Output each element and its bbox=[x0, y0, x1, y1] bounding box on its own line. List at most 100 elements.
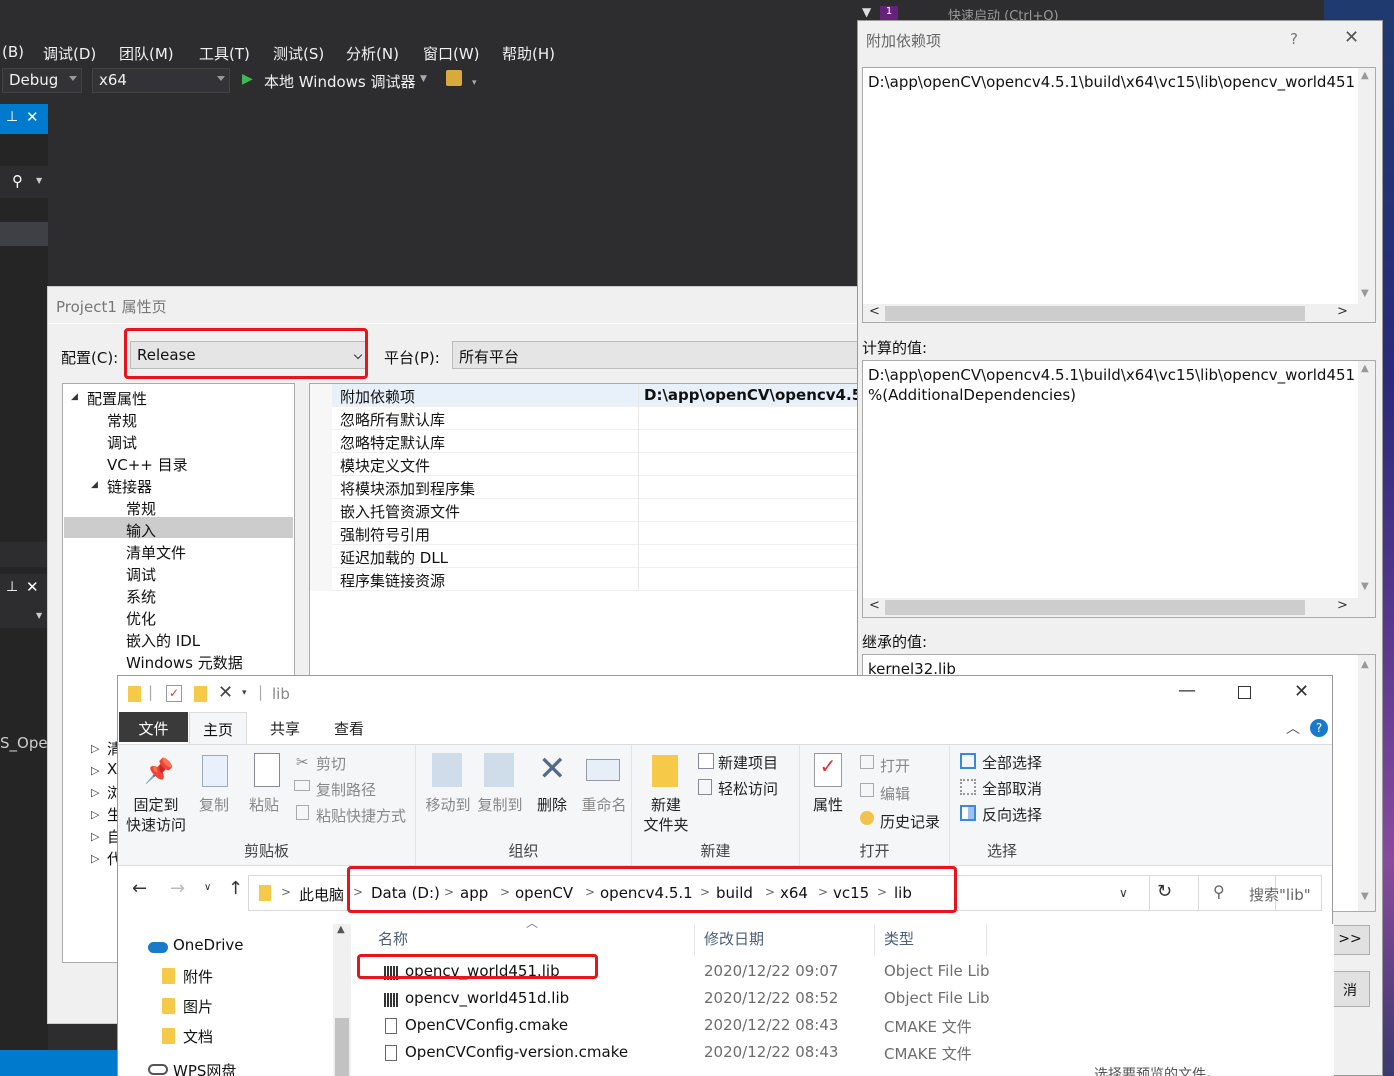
run-dropdown-icon[interactable]: ▼ bbox=[420, 74, 427, 84]
history-button[interactable]: 历史记录 bbox=[880, 811, 940, 832]
edit-button[interactable]: 编辑 bbox=[880, 783, 910, 804]
expanded-icon[interactable]: ◢ bbox=[71, 392, 78, 402]
tree-collapsed-item[interactable]: X bbox=[107, 760, 117, 778]
delete-button[interactable]: 删除 bbox=[532, 795, 572, 815]
minimize-button[interactable]: — bbox=[1178, 680, 1196, 701]
horizontal-scrollbar[interactable]: < > bbox=[863, 304, 1375, 322]
scroll-up-icon[interactable]: ▲ bbox=[1361, 70, 1369, 81]
move-to-button[interactable]: 移动到 bbox=[420, 795, 476, 815]
macros-button[interactable]: >> bbox=[1330, 925, 1370, 955]
grid-row[interactable]: 延迟加载的 DLL bbox=[310, 545, 878, 568]
properties-quick-icon[interactable]: ✓ bbox=[166, 685, 182, 702]
nav-attachments[interactable]: 附件 bbox=[183, 966, 213, 987]
dependencies-edit-box[interactable]: D:\app\openCV\opencv4.5.1\build\x64\vc15… bbox=[862, 67, 1376, 323]
crumb-this-pc[interactable]: 此电脑 bbox=[299, 884, 344, 905]
tree-linker-manifest[interactable]: 清单文件 bbox=[126, 542, 186, 563]
menu-analyze[interactable]: 分析(N) bbox=[346, 43, 399, 64]
scroll-down-icon[interactable]: ▼ bbox=[1361, 288, 1369, 299]
start-debug-label[interactable]: 本地 Windows 调试器 bbox=[264, 71, 416, 92]
scroll-up-icon[interactable]: ▲ bbox=[337, 924, 345, 935]
scroll-up-icon[interactable]: ▲ bbox=[1361, 363, 1369, 374]
menu-help[interactable]: 帮助(H) bbox=[502, 43, 555, 64]
tree-config-properties[interactable]: 配置属性 bbox=[87, 388, 147, 409]
close-icon[interactable]: ✕ bbox=[26, 578, 39, 596]
config-select[interactable]: Release bbox=[130, 341, 368, 369]
rename-button[interactable]: 重命名 bbox=[576, 795, 632, 815]
collapsed-icon[interactable]: ▷ bbox=[91, 808, 99, 821]
close-icon[interactable]: ✕ bbox=[26, 108, 39, 126]
pin-icon[interactable]: ⊥ bbox=[6, 579, 18, 595]
column-name[interactable]: 名称 bbox=[378, 928, 408, 949]
maximize-button[interactable] bbox=[1238, 686, 1251, 699]
solution-config-combo[interactable]: Debug bbox=[2, 68, 82, 93]
tree-linker[interactable]: 链接器 bbox=[107, 476, 152, 497]
tab-file[interactable]: 文件 bbox=[119, 712, 188, 742]
nav-pictures[interactable]: 图片 bbox=[183, 996, 213, 1017]
select-all-button[interactable]: 全部选择 bbox=[982, 752, 1042, 773]
menu-test[interactable]: 测试(S) bbox=[273, 43, 324, 64]
scroll-down-icon[interactable]: ▼ bbox=[1361, 891, 1369, 902]
nav-wps-cloud[interactable]: WPS网盘 bbox=[173, 1060, 236, 1076]
crumb-opencv451[interactable]: opencv4.5.1 bbox=[600, 884, 693, 902]
search-icon[interactable]: ⚲ bbox=[12, 172, 23, 190]
platform-select[interactable]: 所有平台 bbox=[452, 341, 878, 369]
tool-icon[interactable] bbox=[446, 70, 462, 86]
tree-linker-embedded-idl[interactable]: 嵌入的 IDL bbox=[126, 630, 200, 651]
filter-icon[interactable]: ▼ bbox=[862, 5, 871, 19]
grid-value[interactable]: D:\app\openCV\opencv4.5.1 bbox=[644, 386, 878, 404]
scroll-right-icon[interactable]: > bbox=[1337, 304, 1348, 319]
paste-shortcut-button[interactable]: 粘贴快捷方式 bbox=[316, 805, 406, 826]
notification-badge[interactable]: 1 bbox=[880, 6, 898, 20]
collapsed-icon[interactable]: ▷ bbox=[91, 786, 99, 799]
delete-quick-icon[interactable]: ✕ bbox=[218, 682, 233, 703]
ribbon-collapse-icon[interactable]: ︿ bbox=[1286, 718, 1300, 738]
tab-share[interactable]: 共享 bbox=[270, 718, 300, 739]
scroll-left-icon[interactable]: < bbox=[869, 598, 880, 613]
vertical-scrollbar[interactable]: ▲ ▼ bbox=[1358, 68, 1375, 304]
close-button[interactable]: ✕ bbox=[1294, 681, 1309, 702]
scroll-thumb[interactable] bbox=[885, 600, 1305, 615]
tree-linker-input[interactable]: 输入 bbox=[126, 520, 156, 541]
pin-icon[interactable]: ⊥ bbox=[6, 109, 18, 125]
tree-debugging[interactable]: 调试 bbox=[107, 432, 137, 453]
scroll-up-icon[interactable]: ▲ bbox=[1361, 659, 1369, 670]
menu-window[interactable]: 窗口(W) bbox=[423, 43, 480, 64]
horizontal-scrollbar[interactable]: < > bbox=[863, 598, 1375, 617]
column-date[interactable]: 修改日期 bbox=[704, 928, 764, 949]
collapsed-icon[interactable]: ▷ bbox=[91, 764, 99, 777]
grid-row[interactable]: 模块定义文件 bbox=[310, 453, 878, 476]
grid-row[interactable]: 嵌入托管资源文件 bbox=[310, 499, 878, 522]
grid-row[interactable]: 忽略特定默认库 bbox=[310, 430, 878, 453]
new-folder-button[interactable]: 新建 文件夹 bbox=[638, 795, 694, 835]
tree-linker-windows-metadata[interactable]: Windows 元数据 bbox=[126, 652, 243, 673]
paste-button[interactable]: 粘贴 bbox=[246, 795, 282, 815]
nav-scrollbar[interactable]: ▲ bbox=[333, 924, 351, 1076]
properties-button[interactable]: 属性 bbox=[808, 795, 848, 815]
crumb-app[interactable]: app bbox=[460, 884, 488, 902]
toolbar-overflow-icon[interactable]: ▾ bbox=[472, 78, 477, 88]
scroll-right-icon[interactable]: > bbox=[1337, 598, 1348, 613]
collapsed-icon[interactable]: ▷ bbox=[91, 852, 99, 865]
scroll-thumb[interactable] bbox=[885, 306, 1305, 321]
crumb-vc15[interactable]: vc15 bbox=[833, 884, 869, 902]
scroll-thumb[interactable] bbox=[335, 1018, 349, 1076]
grid-row[interactable]: 忽略所有默认库 bbox=[310, 407, 878, 430]
copy-path-button[interactable]: 复制路径 bbox=[316, 779, 376, 800]
customize-quick-access-icon[interactable]: ▾ bbox=[242, 688, 247, 698]
tree-general[interactable]: 常规 bbox=[107, 410, 137, 431]
collapsed-icon[interactable]: ▷ bbox=[91, 830, 99, 843]
crumb-drive[interactable]: Data (D:) bbox=[371, 884, 440, 902]
cut-button[interactable]: 剪切 bbox=[316, 753, 346, 774]
address-bar[interactable]: > 此电脑 > Data (D:) > app > openCV > openc… bbox=[248, 875, 1276, 911]
crumb-x64[interactable]: x64 bbox=[780, 884, 808, 902]
close-icon[interactable]: ✕ bbox=[1344, 27, 1359, 48]
tree-linker-general[interactable]: 常规 bbox=[126, 498, 156, 519]
new-item-button[interactable]: 新建项目 bbox=[718, 752, 778, 773]
crumb-opencv[interactable]: openCV bbox=[515, 884, 573, 902]
vertical-scrollbar[interactable]: ▲ ▼ bbox=[1358, 361, 1375, 599]
grid-row[interactable]: 强制符号引用 bbox=[310, 522, 878, 545]
expanded-icon[interactable]: ◢ bbox=[91, 480, 98, 490]
menu-build[interactable]: (B) bbox=[2, 43, 24, 61]
tab-view[interactable]: 查看 bbox=[334, 718, 364, 739]
tree-linker-system[interactable]: 系统 bbox=[126, 586, 156, 607]
